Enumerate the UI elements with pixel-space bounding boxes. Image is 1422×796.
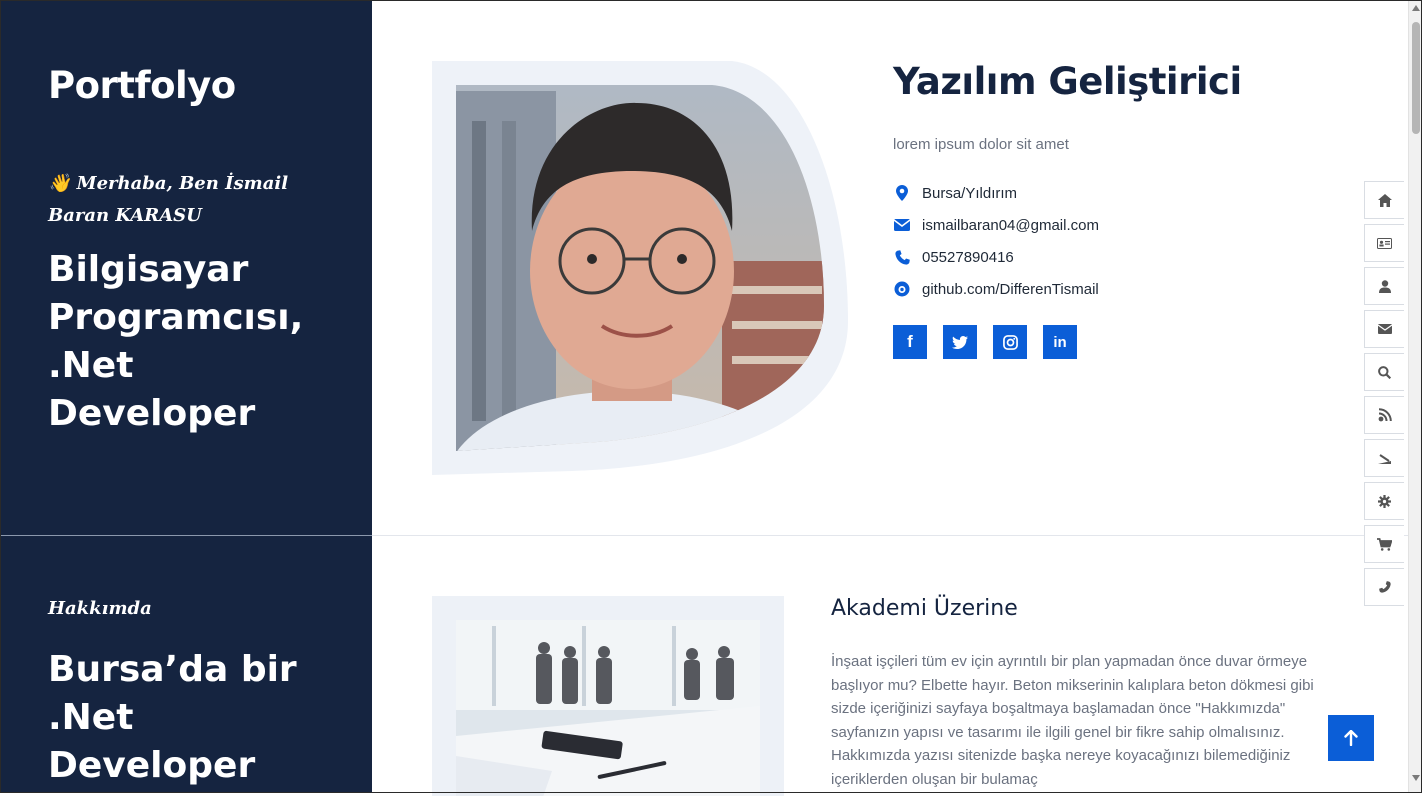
linkedin-button[interactable]: in: [1043, 325, 1077, 359]
about-heading: Akademi Üzerine: [831, 596, 1018, 621]
nav-blog[interactable]: [1364, 396, 1404, 434]
nav-search[interactable]: [1364, 353, 1404, 391]
arrow-up-icon: [1344, 730, 1358, 746]
site-brand[interactable]: Portfolyo: [48, 64, 236, 107]
nav-home[interactable]: [1364, 181, 1404, 219]
phone-icon: [893, 248, 911, 266]
email-text[interactable]: ismailbaran04@gmail.com: [922, 217, 1099, 234]
linkedin-icon: in: [1053, 333, 1067, 351]
nav-resume[interactable]: [1364, 224, 1404, 262]
profile-photo: [432, 61, 848, 475]
envelope-icon: [1377, 324, 1392, 334]
nav-about[interactable]: [1364, 267, 1404, 305]
scrollbar-thumb[interactable]: [1412, 22, 1420, 134]
blog-icon: [1378, 408, 1392, 422]
about-photo: [432, 596, 784, 796]
location-text: Bursa/Yıldırım: [922, 184, 1018, 202]
search-icon: [1378, 365, 1391, 379]
role-title: Bilgisayar Programcısı, .Net Developer: [48, 249, 304, 434]
email-row[interactable]: ismailbaran04@gmail.com: [893, 214, 1099, 236]
facebook-button[interactable]: f: [893, 325, 927, 359]
nav-call[interactable]: [1364, 568, 1404, 606]
user-icon: [1378, 279, 1391, 293]
nav-contact[interactable]: [1364, 310, 1404, 348]
gear-icon: [1378, 494, 1391, 508]
about-paragraph: İnşaat işçileri tüm ev için ayrıntılı bi…: [831, 653, 1314, 788]
side-nav: [1364, 181, 1404, 611]
rss-icon: [1378, 453, 1391, 464]
section-divider: [0, 535, 372, 536]
facebook-icon: f: [907, 332, 913, 351]
location-row: Bursa/Yıldırım: [893, 182, 1017, 204]
nav-shop[interactable]: [1364, 525, 1404, 563]
nav-settings[interactable]: [1364, 482, 1404, 520]
envelope-icon: [893, 216, 911, 234]
phone-icon: [1378, 581, 1391, 593]
back-to-top-button[interactable]: [1328, 715, 1374, 761]
cart-icon: [1377, 537, 1392, 551]
social-links: f in: [893, 325, 1077, 359]
nav-feed[interactable]: [1364, 439, 1404, 477]
vertical-scrollbar[interactable]: [1408, 0, 1422, 793]
profile-subtitle: lorem ipsum dolor sit amet: [893, 136, 1069, 153]
scroll-down-arrow-icon[interactable]: [1412, 775, 1420, 781]
about-title: Bursa’da bir .Net Developer: [48, 649, 297, 786]
scroll-up-arrow-icon[interactable]: [1412, 5, 1420, 11]
left-panel: Portfolyo 👋 Merhaba, Ben İsmail Baran KA…: [0, 0, 372, 793]
phone-text[interactable]: 05527890416: [922, 249, 1014, 266]
instagram-icon: [1002, 334, 1018, 350]
profile-name: Yazılım Geliştirici: [893, 60, 1242, 103]
twitter-button[interactable]: [943, 325, 977, 359]
github-row[interactable]: github.com/DifferenTismail: [893, 278, 1099, 300]
main-divider: [372, 535, 1408, 536]
id-card-icon: [1377, 237, 1392, 249]
location-pin-icon: [893, 184, 911, 202]
home-icon: [1377, 193, 1392, 207]
greeting-text: 👋 Merhaba, Ben İsmail Baran KARASU: [48, 173, 289, 226]
twitter-icon: [952, 335, 968, 349]
github-text[interactable]: github.com/DifferenTismail: [922, 281, 1099, 298]
phone-row[interactable]: 05527890416: [893, 246, 1014, 268]
instagram-button[interactable]: [993, 325, 1027, 359]
github-icon: [893, 280, 911, 298]
about-kicker: Hakkımda: [48, 598, 152, 619]
